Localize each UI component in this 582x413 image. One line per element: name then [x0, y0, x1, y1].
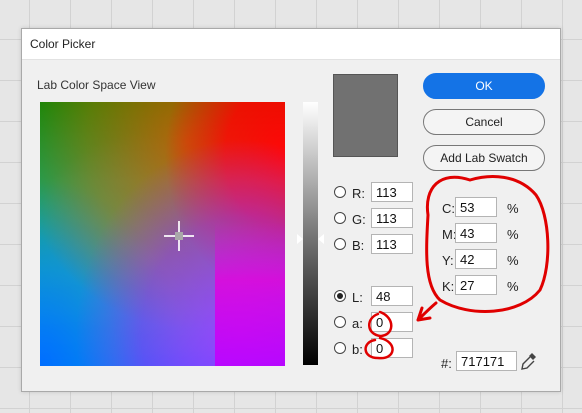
color-field-magenta-region — [215, 222, 285, 366]
add-lab-swatch-button[interactable]: Add Lab Swatch — [423, 145, 545, 171]
lightness-slider[interactable] — [303, 102, 318, 365]
b-lab-input[interactable] — [371, 338, 413, 358]
label-hex: #: — [441, 356, 452, 371]
eyedropper-icon[interactable] — [521, 352, 537, 370]
color-preview-swatch — [333, 74, 398, 157]
c-input[interactable] — [455, 197, 497, 217]
m-percent: % — [507, 227, 519, 242]
hex-input[interactable] — [456, 351, 517, 371]
y-input[interactable] — [455, 249, 497, 269]
crosshair-icon[interactable] — [164, 221, 194, 251]
r-input[interactable] — [371, 182, 413, 202]
section-label: Lab Color Space View — [37, 78, 156, 92]
radio-b-lab[interactable] — [334, 342, 346, 354]
c-percent: % — [507, 201, 519, 216]
radio-r[interactable] — [334, 186, 346, 198]
slider-handle-left-icon[interactable] — [297, 234, 303, 244]
radio-l[interactable] — [334, 290, 346, 302]
label-g: G: — [352, 212, 366, 227]
label-b: B: — [352, 238, 365, 253]
a-input[interactable] — [371, 312, 413, 332]
label-a: a: — [352, 316, 363, 331]
label-b-lab: b: — [352, 342, 363, 357]
cancel-button[interactable]: Cancel — [423, 109, 545, 135]
label-y: Y: — [442, 253, 454, 268]
label-k: K: — [442, 279, 455, 294]
title-bar[interactable]: Color Picker — [22, 29, 560, 60]
b-input[interactable] — [371, 234, 413, 254]
l-input[interactable] — [371, 286, 413, 306]
k-percent: % — [507, 279, 519, 294]
radio-g[interactable] — [334, 212, 346, 224]
color-field[interactable] — [40, 102, 285, 366]
k-input[interactable] — [455, 275, 497, 295]
color-picker-dialog: Color Picker Lab Color Space View R: G: … — [21, 28, 561, 392]
dialog-title: Color Picker — [30, 37, 96, 51]
radio-a[interactable] — [334, 316, 346, 328]
g-input[interactable] — [371, 208, 413, 228]
label-l: L: — [352, 290, 363, 305]
radio-b[interactable] — [334, 238, 346, 250]
label-c: C: — [442, 201, 455, 216]
ok-button[interactable]: OK — [423, 73, 545, 99]
m-input[interactable] — [455, 223, 497, 243]
slider-handle-right-icon[interactable] — [318, 234, 324, 244]
label-r: R: — [352, 186, 365, 201]
y-percent: % — [507, 253, 519, 268]
